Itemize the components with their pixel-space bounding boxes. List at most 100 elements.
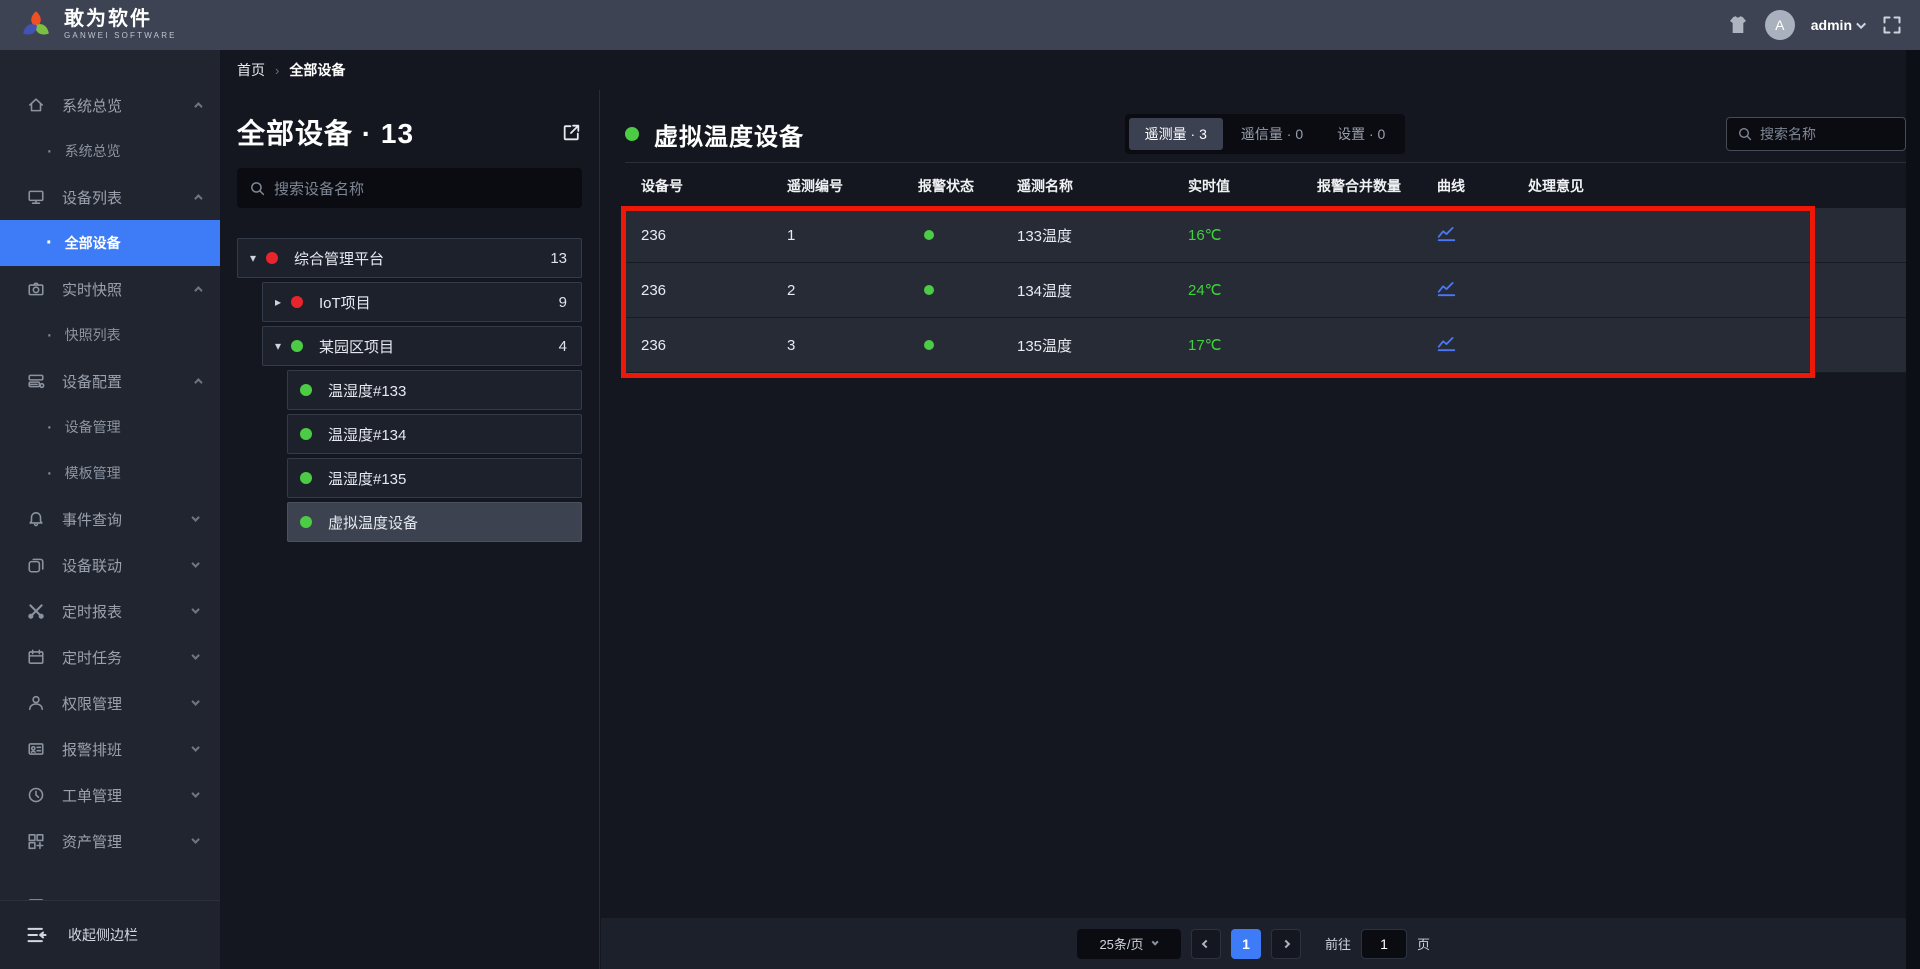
- linkage-icon: [26, 556, 46, 574]
- tab-settings[interactable]: 设置 · 0: [1321, 118, 1401, 150]
- sidebar-subitem-template-management[interactable]: 模板管理: [0, 450, 220, 496]
- tree-node-sensor-135[interactable]: 温湿度#135: [287, 458, 582, 498]
- asset-icon: [26, 832, 46, 850]
- tree-node-park-project[interactable]: ▾ 某园区项目 4: [262, 326, 582, 366]
- sidebar-item-label: 定时任务: [62, 649, 123, 667]
- sidebar-item-scheduled-task[interactable]: 定时任务: [0, 634, 220, 680]
- sidebar-nav: 系统总览 系统总览 设备列表 全部设备 实时快照 快照列表: [0, 50, 220, 900]
- caret-down-icon[interactable]: ▾: [250, 251, 266, 265]
- breadcrumb-home[interactable]: 首页: [237, 60, 265, 80]
- sidebar-item-device-linkage[interactable]: 设备联动: [0, 542, 220, 588]
- brand-name-en: GANWEI SOFTWARE: [64, 31, 177, 41]
- tree-node-label: 温湿度#133: [328, 382, 407, 400]
- curve-chart-icon[interactable]: [1437, 335, 1456, 352]
- avatar[interactable]: A: [1764, 10, 1795, 40]
- scrollbar-track[interactable]: [1906, 50, 1920, 969]
- status-dot-red: [291, 296, 303, 308]
- sidebar-item-realtime-snapshot[interactable]: 实时快照: [0, 266, 220, 312]
- sidebar-item-alarm-shift[interactable]: 报警排班: [0, 726, 220, 772]
- page-size-value: 25条/页: [1099, 937, 1144, 952]
- chevron-up-icon: [194, 286, 203, 295]
- tree-node-sensor-134[interactable]: 温湿度#134: [287, 414, 582, 454]
- prev-page-button[interactable]: [1190, 928, 1221, 959]
- sidebar-item-label: 事件查询: [62, 511, 123, 529]
- name-search-input[interactable]: 搜索名称: [1725, 117, 1906, 151]
- status-dot-green: [300, 472, 312, 484]
- bullet-icon: [46, 416, 65, 439]
- chevron-down-icon: [191, 559, 200, 568]
- col-realtime-value: 实时值: [1188, 177, 1230, 194]
- table-row[interactable]: 236 3 135温度 17℃: [625, 318, 1906, 373]
- bullet-icon: [46, 324, 65, 347]
- sidebar-subitem-device-management[interactable]: 设备管理: [0, 404, 220, 450]
- chevron-up-icon: [194, 102, 203, 111]
- caret-right-icon[interactable]: ▸: [275, 295, 291, 309]
- sidebar-item-label: 权限管理: [62, 695, 123, 713]
- sidebar-item-permission-management[interactable]: 权限管理: [0, 680, 220, 726]
- table-row[interactable]: 236 1 133温度 16℃: [625, 208, 1906, 263]
- sidebar-item-device-list[interactable]: 设备列表: [0, 174, 220, 220]
- camera-icon: [26, 280, 46, 298]
- sidebar-item-label: 定时报表: [62, 603, 123, 621]
- status-dot-green: [291, 340, 303, 352]
- fullscreen-icon[interactable]: [1882, 15, 1902, 35]
- sidebar-item-device-config[interactable]: 设备配置: [0, 358, 220, 404]
- brand-name-cn: 敢为软件: [64, 8, 152, 31]
- tree-node-platform[interactable]: ▾ 综合管理平台 13: [237, 238, 582, 278]
- home-icon: [26, 96, 46, 114]
- external-link-icon[interactable]: [561, 122, 582, 143]
- cell-telemetry-name: 133温度: [1017, 227, 1073, 245]
- collapse-sidebar-button[interactable]: 收起侧边栏: [0, 900, 220, 969]
- sidebar-item-scheduled-report[interactable]: 定时报表: [0, 588, 220, 634]
- tab-telemetry[interactable]: 遥测量 · 3: [1128, 118, 1223, 150]
- device-tree-panel: 全部设备 · 13 搜索设备名称 ▾ 综合管理平台 13 ▸ IoT项目 9 ▾…: [220, 90, 600, 969]
- table-row[interactable]: 236 2 134温度 24℃: [625, 263, 1906, 318]
- sidebar-item-work-order[interactable]: 工单管理: [0, 772, 220, 818]
- sidebar-item-system-overview[interactable]: 系统总览: [0, 82, 220, 128]
- top-bar: 敢为软件 GANWEI SOFTWARE A admin: [0, 0, 1920, 50]
- goto-page-input[interactable]: 1: [1361, 928, 1407, 959]
- breadcrumb-separator-icon: ›: [275, 62, 280, 78]
- sidebar-item-label: 设备配置: [62, 373, 123, 391]
- cell-telemetry-name: 135温度: [1017, 337, 1073, 355]
- sidebar-subitem-label: 快照列表: [64, 327, 121, 343]
- sidebar-item-clipped[interactable]: ▂▂▂: [0, 882, 220, 900]
- cell-telemetry-no: 3: [787, 336, 796, 354]
- sidebar-item-asset-management[interactable]: 资产管理: [0, 818, 220, 864]
- chevron-down-icon: [1856, 18, 1867, 29]
- caret-down-icon[interactable]: ▾: [275, 339, 291, 353]
- user-menu[interactable]: admin: [1811, 17, 1867, 33]
- tree-node-sensor-133[interactable]: 温湿度#133: [287, 370, 582, 410]
- sidebar-subitem-system-overview[interactable]: 系统总览: [0, 128, 220, 174]
- event-bell-icon: [26, 510, 46, 528]
- col-device-id: 设备号: [641, 177, 683, 194]
- page-size-select[interactable]: 25条/页: [1076, 928, 1181, 959]
- theme-shirt-icon[interactable]: [1727, 15, 1749, 35]
- curve-chart-icon[interactable]: [1437, 225, 1456, 242]
- sidebar-subitem-all-devices[interactable]: 全部设备: [0, 220, 220, 266]
- page-number-button[interactable]: 1: [1230, 928, 1261, 959]
- sidebar-subitem-label: 设备管理: [64, 419, 121, 435]
- cell-realtime-value: 16℃: [1188, 227, 1222, 244]
- chevron-down-icon: [191, 513, 200, 522]
- chevron-down-icon: [191, 743, 200, 752]
- device-search-input[interactable]: 搜索设备名称: [237, 168, 582, 208]
- sidebar-item-label: 设备联动: [62, 557, 123, 575]
- cell-device-id: 236: [641, 336, 667, 354]
- sidebar-subitem-snapshot-list[interactable]: 快照列表: [0, 312, 220, 358]
- telemetry-table: 设备号 遥测编号 报警状态 遥测名称 实时值 报警合并数量 曲线 处理意见 23…: [621, 162, 1906, 378]
- report-icon: [26, 602, 46, 620]
- tab-telesignal[interactable]: 遥信量 · 0: [1225, 118, 1319, 150]
- chevron-down-icon: [191, 789, 200, 798]
- next-page-button[interactable]: [1270, 928, 1301, 959]
- sidebar: 系统总览 系统总览 设备列表 全部设备 实时快照 快照列表: [0, 50, 220, 969]
- sidebar-subitem-label: 全部设备: [64, 235, 121, 251]
- sidebar-subitem-label: 系统总览: [64, 143, 121, 159]
- col-comment: 处理意见: [1528, 177, 1584, 194]
- collapse-sidebar-label: 收起侧边栏: [68, 927, 138, 943]
- curve-chart-icon[interactable]: [1437, 280, 1456, 297]
- tree-node-virtual-temp-device[interactable]: 虚拟温度设备: [287, 502, 582, 542]
- tree-node-iot-project[interactable]: ▸ IoT项目 9: [262, 282, 582, 322]
- ganwei-logo-icon: [23, 11, 49, 35]
- sidebar-item-event-query[interactable]: 事件查询: [0, 496, 220, 542]
